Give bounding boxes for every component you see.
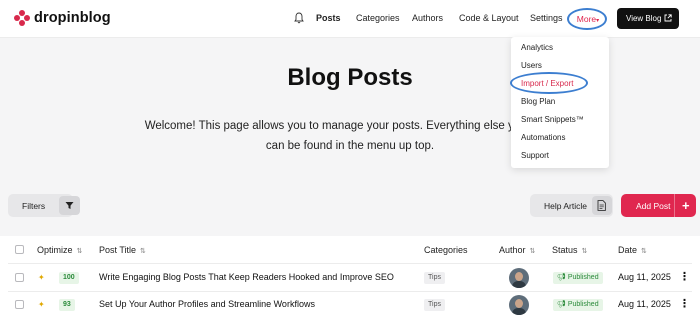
welcome-text: Welcome! This page allows you to manage …: [144, 120, 556, 152]
category-tag[interactable]: Tips: [424, 299, 445, 311]
add-post-label: Add Post: [636, 201, 671, 211]
external-link-icon: [664, 14, 672, 22]
optimize-score-badge: 100: [59, 272, 79, 284]
top-header: dropinblog Posts Categories Authors Code…: [0, 0, 700, 38]
posts-table: Optimize ⇅ Post Title ⇅ Categories Author ⇅…: [0, 236, 700, 318]
help-article-button[interactable]: Help Article: [530, 194, 613, 217]
post-title-link[interactable]: Set Up Your Author Profiles and Streamli…: [99, 299, 315, 309]
add-post-button[interactable]: Add Post +: [621, 194, 696, 217]
plus-icon: +: [682, 198, 690, 213]
filters-label: Filters: [22, 201, 46, 211]
row-divider: [8, 263, 692, 264]
sort-icon: ⇅: [76, 247, 83, 255]
filters-button[interactable]: Filters: [8, 194, 80, 217]
menu-item-automations[interactable]: Automations: [521, 133, 565, 142]
row-actions-icon[interactable]: ⋮: [679, 297, 690, 310]
row-checkbox[interactable]: [15, 300, 24, 309]
nav-authors[interactable]: Authors: [412, 13, 443, 23]
author-avatar[interactable]: [509, 295, 529, 315]
row-checkbox[interactable]: [15, 273, 24, 282]
optimize-score-badge: 93: [59, 299, 75, 311]
bell-icon[interactable]: [294, 12, 304, 24]
column-header-status[interactable]: Status ⇅: [552, 245, 587, 255]
nav-categories[interactable]: Categories: [356, 13, 400, 23]
nav-code-layout[interactable]: Code & Layout: [459, 13, 519, 23]
column-header-post-title[interactable]: Post Title ⇅: [99, 245, 146, 255]
sort-icon: ⇅: [140, 247, 146, 255]
column-header-date[interactable]: Date ⇅: [618, 245, 647, 255]
post-date: Aug 11, 2025: [618, 299, 671, 309]
add-post-divider: [674, 194, 675, 217]
logo[interactable]: dropinblog: [14, 10, 111, 26]
sort-icon: ⇅: [641, 247, 647, 255]
megaphone-icon: 📢︎: [557, 274, 568, 281]
menu-item-smart-snippets[interactable]: Smart Snippets™: [521, 115, 584, 124]
post-date: Aug 11, 2025: [618, 272, 671, 282]
post-title-link[interactable]: Write Engaging Blog Posts That Keep Read…: [99, 272, 394, 282]
nav-posts[interactable]: Posts: [316, 13, 341, 23]
column-header-author[interactable]: Author ⇅: [499, 245, 535, 255]
nav-settings[interactable]: Settings: [530, 13, 563, 23]
document-icon: [597, 200, 606, 211]
more-dropdown-menu: Analytics Users Import / Export Blog Pla…: [511, 37, 609, 168]
sort-icon: ⇅: [581, 247, 588, 255]
view-blog-label: View Blog: [626, 14, 662, 23]
help-article-label: Help Article: [544, 201, 587, 211]
megaphone-icon: 📢︎: [557, 301, 568, 308]
select-all-checkbox[interactable]: [15, 245, 24, 254]
status-badge: 📢︎ Published: [553, 299, 603, 311]
sparkle-icon: ✦: [38, 273, 45, 282]
annotation-circle-more: [567, 8, 607, 30]
annotation-circle-import-export: [510, 72, 588, 94]
row-actions-icon[interactable]: ⋮: [679, 270, 690, 283]
funnel-icon: [65, 202, 74, 209]
menu-item-users[interactable]: Users: [521, 61, 542, 70]
column-header-categories: Categories: [424, 245, 468, 255]
category-tag[interactable]: Tips: [424, 272, 445, 284]
sparkle-icon: ✦: [38, 300, 45, 309]
menu-item-blog-plan[interactable]: Blog Plan: [521, 97, 555, 106]
menu-item-analytics[interactable]: Analytics: [521, 43, 553, 52]
logo-mark-icon: [14, 10, 30, 26]
row-divider: [8, 291, 692, 292]
column-header-optimize[interactable]: Optimize ⇅: [37, 245, 82, 255]
sort-icon: ⇅: [529, 247, 536, 255]
view-blog-button[interactable]: View Blog: [617, 8, 679, 29]
author-avatar[interactable]: [509, 268, 529, 288]
status-badge: 📢︎ Published: [553, 272, 603, 284]
logo-text: dropinblog: [34, 10, 111, 26]
menu-item-support[interactable]: Support: [521, 151, 549, 160]
